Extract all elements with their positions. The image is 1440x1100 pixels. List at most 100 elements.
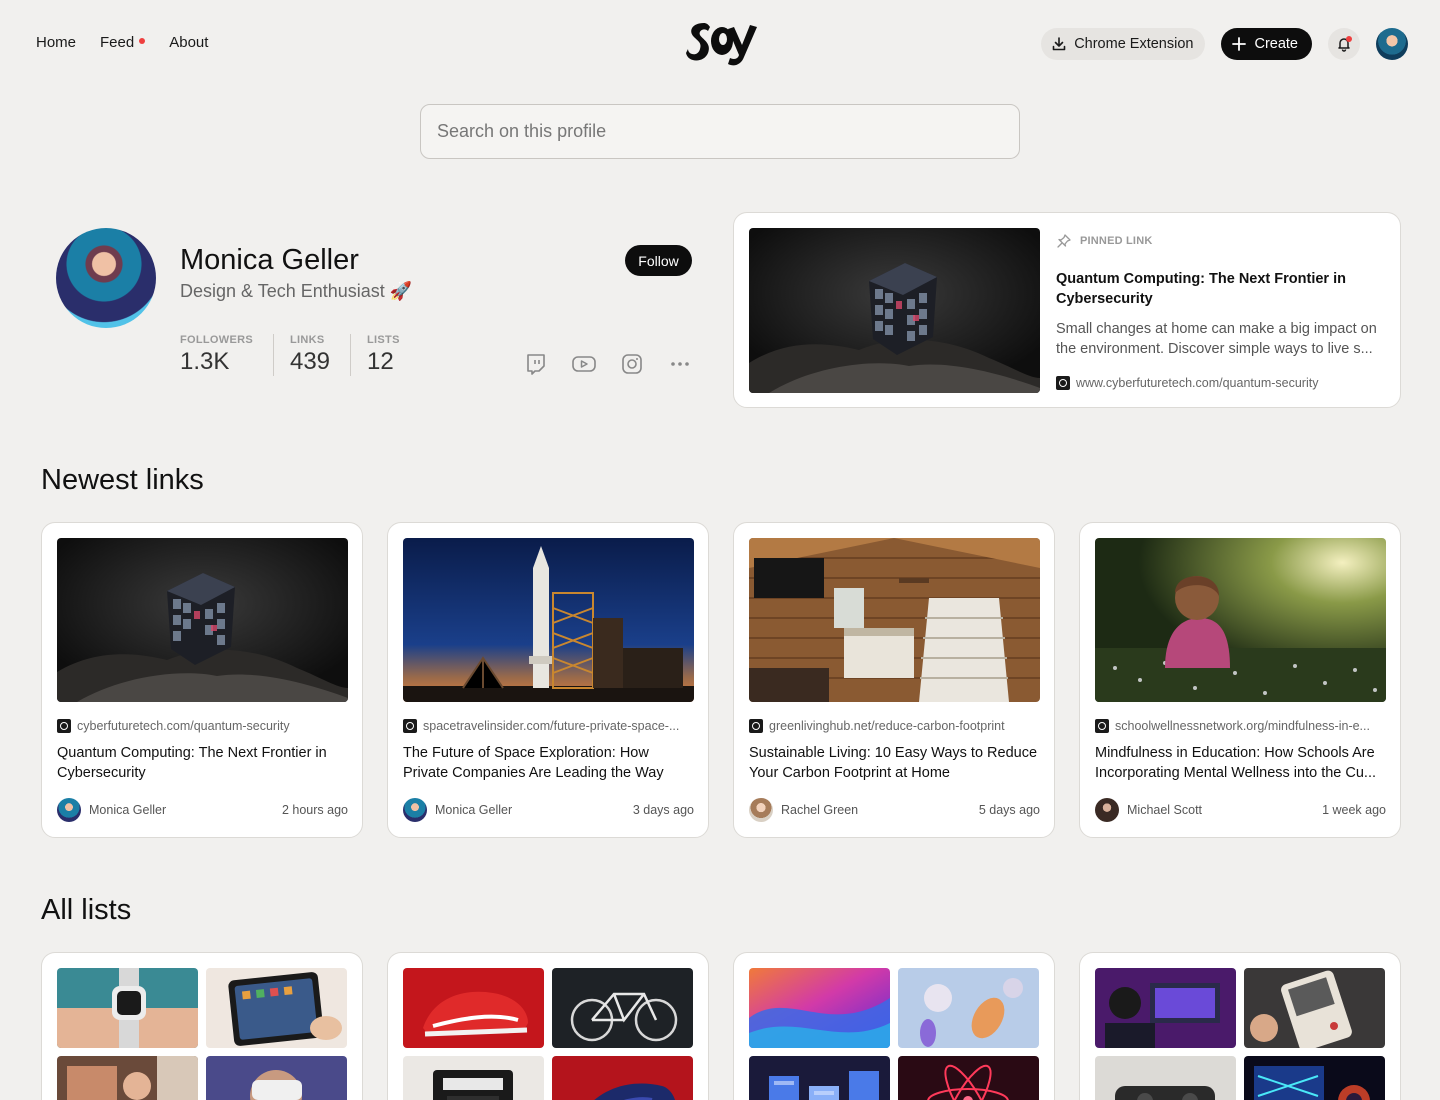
link-card-footer: Monica Geller 2 hours ago [57, 798, 348, 822]
link-card-image [749, 538, 1040, 702]
link-card-url-text: schoolwellnessnetwork.org/mindfulness-in… [1115, 719, 1370, 733]
link-card-title[interactable]: Quantum Computing: The Next Frontier in … [57, 743, 348, 783]
list-tile-blue-city [749, 1056, 890, 1100]
list-card[interactable] [1079, 952, 1401, 1100]
link-card-url[interactable]: greenlivinghub.net/reduce-carbon-footpri… [749, 719, 1040, 733]
link-card-image [403, 538, 694, 702]
link-card-title[interactable]: The Future of Space Exploration: How Pri… [403, 743, 694, 783]
link-card-author[interactable]: Michael Scott [1127, 803, 1202, 817]
pinned-link-label: PINNED LINK [1080, 235, 1153, 247]
pinned-link-card[interactable]: PINNED LINK Quantum Computing: The Next … [733, 212, 1401, 408]
pinned-link-image [749, 228, 1040, 393]
stat-value: 1.3K [180, 348, 230, 375]
stat-lists[interactable]: LISTS 12 [350, 334, 420, 376]
link-card-author[interactable]: Monica Geller [89, 803, 166, 817]
stat-followers[interactable]: FOLLOWERS 1.3K [180, 334, 273, 376]
link-card-author[interactable]: Monica Geller [435, 803, 512, 817]
link-card-time: 1 week ago [1322, 803, 1386, 817]
link-card-title[interactable]: Mindfulness in Education: How Schools Ar… [1095, 743, 1386, 783]
link-card-footer: Monica Geller 3 days ago [403, 798, 694, 822]
soy-logo[interactable] [686, 17, 758, 69]
link-card[interactable]: cyberfuturetech.com/quantum-security Qua… [41, 522, 363, 838]
link-card-url-text: cyberfuturetech.com/quantum-security [77, 719, 290, 733]
youtube-icon[interactable] [570, 350, 598, 378]
list-tile-gradient-waves [749, 968, 890, 1048]
more-icon[interactable] [666, 350, 694, 378]
stat-links[interactable]: LINKS 439 [272, 334, 350, 376]
social-links [522, 350, 694, 378]
link-card-url-text: greenlivinghub.net/reduce-carbon-footpri… [769, 719, 1005, 733]
stat-value: 439 [289, 348, 331, 375]
site-favicon-icon [57, 719, 71, 733]
author-avatar[interactable] [749, 798, 773, 822]
list-tile-sneaker [403, 968, 544, 1048]
list-tile-vr [206, 1056, 347, 1100]
plus-icon [1232, 37, 1247, 51]
search-input[interactable] [437, 121, 1003, 142]
site-favicon-icon [1056, 376, 1070, 390]
link-card-url[interactable]: spacetravelinsider.com/future-private-sp… [403, 719, 694, 733]
stat-label: LINKS [289, 334, 325, 346]
link-card[interactable]: spacetravelinsider.com/future-private-sp… [387, 522, 709, 838]
notification-dot [1346, 36, 1352, 42]
link-card-time: 5 days ago [978, 803, 1040, 817]
stat-label: FOLLOWERS [180, 334, 253, 346]
list-tile-workshop [57, 1056, 198, 1100]
list-tile-tablet [206, 968, 347, 1048]
author-avatar[interactable] [1095, 798, 1119, 822]
link-card-image [57, 538, 348, 702]
nav-feed-label: Feed [100, 34, 135, 51]
list-tile-watch [57, 968, 198, 1048]
list-tile-neon-atom [898, 1056, 1039, 1100]
stat-value: 12 [367, 348, 394, 375]
nav-about-link[interactable]: About [169, 34, 208, 51]
list-tile-spheres [898, 968, 1039, 1048]
list-tile-red-object [552, 1056, 693, 1100]
chrome-extension-label: Chrome Extension [1074, 36, 1194, 52]
list-card[interactable] [387, 952, 709, 1100]
all-lists-heading: All lists [41, 894, 132, 926]
user-avatar[interactable] [1376, 28, 1408, 60]
list-tile-neon-screen [1244, 1056, 1385, 1100]
chrome-extension-button[interactable]: Chrome Extension [1041, 28, 1206, 60]
nav-actions: Chrome Extension Create [1041, 28, 1408, 60]
pinned-link-title[interactable]: Quantum Computing: The Next Frontier in … [1056, 269, 1376, 309]
notifications-button[interactable] [1328, 28, 1360, 60]
list-tile-camera [403, 1056, 544, 1100]
top-navigation: Home Feed About Chrome Extension Create [0, 0, 1440, 88]
site-favicon-icon [403, 719, 417, 733]
list-tile-bicycle [552, 968, 693, 1048]
twitch-icon[interactable] [522, 350, 550, 378]
follow-button[interactable]: Follow [625, 245, 692, 276]
profile-bio: Design & Tech Enthusiast 🚀 [180, 281, 413, 301]
list-card[interactable] [41, 952, 363, 1100]
pinned-link-description: Small changes at home can make a big imp… [1056, 321, 1377, 357]
link-card-title[interactable]: Sustainable Living: 10 Easy Ways to Redu… [749, 743, 1040, 783]
pinned-link-url[interactable]: www.cyberfuturetech.com/quantum-security [1056, 376, 1318, 390]
newest-links-heading: Newest links [41, 464, 204, 496]
link-card-author[interactable]: Rachel Green [781, 803, 858, 817]
link-card[interactable]: greenlivinghub.net/reduce-carbon-footpri… [733, 522, 1055, 838]
link-card[interactable]: schoolwellnessnetwork.org/mindfulness-in… [1079, 522, 1401, 838]
site-favicon-icon [749, 719, 763, 733]
pin-icon [1057, 234, 1071, 248]
pinned-link-url-text: www.cyberfuturetech.com/quantum-security [1076, 376, 1319, 390]
link-card-url[interactable]: schoolwellnessnetwork.org/mindfulness-in… [1095, 719, 1386, 733]
list-card[interactable] [733, 952, 1055, 1100]
link-card-url[interactable]: cyberfuturetech.com/quantum-security [57, 719, 348, 733]
create-button[interactable]: Create [1221, 28, 1312, 60]
list-tile-purple-setup [1095, 968, 1236, 1048]
author-avatar[interactable] [57, 798, 81, 822]
site-favicon-icon [1095, 719, 1109, 733]
profile-avatar [56, 228, 156, 328]
instagram-icon[interactable] [618, 350, 646, 378]
profile-name: Monica Geller [180, 244, 359, 276]
profile-stats: FOLLOWERS 1.3K LINKS 439 LISTS 12 [180, 334, 420, 376]
author-avatar[interactable] [403, 798, 427, 822]
nav-home-link[interactable]: Home [36, 34, 76, 51]
profile-search [420, 104, 1020, 159]
feed-notification-dot [139, 38, 146, 45]
list-tile-handheld-console [1244, 968, 1385, 1048]
link-card-footer: Rachel Green 5 days ago [749, 798, 1040, 822]
nav-feed-link[interactable]: Feed [100, 34, 146, 51]
